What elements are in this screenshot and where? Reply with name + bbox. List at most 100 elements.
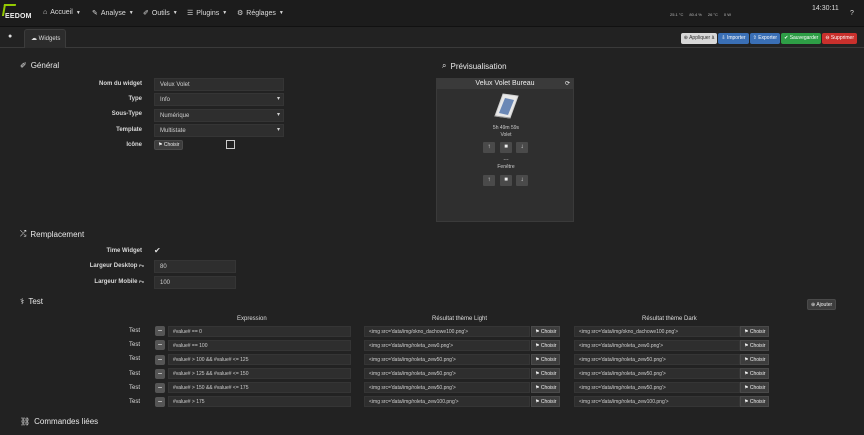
mobile-width-unit: Px [139, 279, 144, 284]
type-select-value: Info [160, 97, 171, 103]
export-label: Exporter [758, 35, 778, 41]
widgets-tab-icon: ☁ [31, 36, 37, 42]
logo-text: EEDOM [5, 13, 32, 20]
test-row-label: Test [129, 356, 141, 362]
add-test-button[interactable]: ⊕ Ajouter [807, 299, 837, 310]
test-light-input[interactable]: <img src='data/img/roleta_zew100.png'> [364, 396, 530, 407]
test-dark-input[interactable]: <img src='data/img/roleta_zew50.png'> [574, 368, 740, 379]
wrench-icon: ✐ [20, 61, 27, 70]
replacement-section-header: ⤮ Remplacement [20, 229, 84, 239]
choose-label: Choisir [540, 385, 557, 391]
volet-stop-button[interactable]: ■ [500, 142, 512, 153]
choose-dark-button[interactable]: ⚑ Choisir [740, 368, 770, 379]
menu-plugins[interactable]: ☰ Plugins ▼ [187, 9, 228, 18]
chevron-down-icon: ▼ [172, 10, 178, 16]
menu-outils-label: Outils [151, 9, 170, 17]
choose-light-button[interactable]: ⚑ Choisir [531, 396, 561, 407]
caret-down-icon: ▾ [276, 96, 280, 102]
choose-light-button[interactable]: ⚑ Choisir [531, 326, 561, 337]
menu-outils[interactable]: ✐ Outils ▼ [143, 9, 178, 18]
remove-test-button[interactable]: − [155, 397, 165, 407]
test-expression-input[interactable]: #value# > 125 && #value# <= 150 [168, 368, 351, 379]
choose-dark-button[interactable]: ⚑ Choisir [740, 354, 770, 365]
choose-light-button[interactable]: ⚑ Choisir [531, 382, 561, 393]
time-widget-checkbox[interactable]: ✔ [154, 246, 161, 255]
clock: 14:30:11 [812, 5, 839, 12]
fenetre-up-button[interactable]: ↑ [483, 175, 495, 186]
remove-test-button[interactable]: − [155, 369, 165, 379]
home-icon: ⌂ [43, 9, 48, 16]
chevron-down-icon: ▼ [75, 9, 81, 16]
desktop-width-input[interactable]: 80 [154, 260, 236, 273]
import-button[interactable]: ⇩ Importer [718, 33, 749, 44]
test-dark-input[interactable]: <img src='data/img/roleta_zew50.png'> [574, 354, 740, 365]
remove-test-button[interactable]: − [155, 383, 165, 393]
volet-down-button[interactable]: ↓ [516, 142, 528, 153]
test-expression-input[interactable]: #value# > 100 && #value# <= 125 [168, 354, 351, 365]
fenetre-down-button[interactable]: ↓ [516, 175, 528, 186]
icon-preview-placeholder [226, 140, 235, 149]
choose-dark-button[interactable]: ⚑ Choisir [740, 340, 770, 351]
preview-volet-label: Volet [500, 132, 512, 138]
test-row-label: Test [129, 342, 141, 348]
jeedom-logo[interactable]: EEDOM [1, 4, 37, 23]
random-icon: ⤮ [20, 229, 27, 238]
remove-test-button[interactable]: − [155, 326, 165, 336]
fenetre-stop-button[interactable]: ■ [500, 175, 512, 186]
choose-label: Choisir [540, 399, 557, 405]
save-button[interactable]: ✔ Sauvegarder [781, 33, 822, 44]
test-light-input[interactable]: <img src='data/img/roleta_zew0.png'> [364, 340, 530, 351]
widget-name-input[interactable]: Velux Volet [154, 78, 284, 91]
menu-reglages[interactable]: ⚙ Réglages ▼ [237, 9, 284, 18]
general-title: Général [30, 61, 60, 70]
back-icon[interactable]: ● [8, 33, 12, 40]
menu-analyse[interactable]: ✎ Analyse ▼ [92, 9, 134, 18]
test-row-label: Test [129, 371, 141, 377]
refresh-icon[interactable]: ⟳ [565, 79, 570, 89]
test-dark-input[interactable]: <img src='data/img/okno_dachowe100.png'> [574, 326, 740, 337]
apply-to-button[interactable]: ⊕ Appliquer à [680, 33, 718, 44]
remove-test-button[interactable]: − [155, 340, 165, 350]
link-icon: ⛓ [20, 417, 31, 426]
test-light-input[interactable]: <img src='data/img/roleta_zew50.png'> [364, 382, 530, 393]
test-expression-input[interactable]: #value# > 175 [168, 396, 351, 407]
widget-preview: Velux Volet Bureau ⟳ 5h 49m 59s Volet ↑ … [436, 78, 574, 222]
subtype-label: Sous-Type [111, 111, 142, 117]
type-select[interactable]: Info ▾ [154, 93, 284, 106]
tab-widgets[interactable]: ☁ Widgets [24, 29, 66, 48]
desktop-width-label: Largeur Desktop Px [40, 263, 144, 269]
test-dark-input[interactable]: <img src='data/img/roleta_zew50.png'> [574, 382, 740, 393]
help-icon[interactable]: ? [850, 10, 854, 17]
menu-accueil[interactable]: ⌂ Accueil ▼ [43, 9, 81, 16]
test-light-input[interactable]: <img src='data/img/roleta_zew50.png'> [364, 368, 530, 379]
subtype-select[interactable]: Numérique ▾ [154, 109, 284, 122]
status-summary[interactable]: 25.1 °C 80.4 % 26 °C 0 W [670, 12, 731, 17]
caret-down-icon: ▾ [276, 112, 280, 118]
choose-dark-button[interactable]: ⚑ Choisir [740, 396, 770, 407]
choose-icon-button[interactable]: ⚑ Choisir [154, 140, 184, 150]
choose-dark-button[interactable]: ⚑ Choisir [740, 382, 770, 393]
delete-button[interactable]: ⊖ Supprimer [822, 33, 857, 44]
chevron-down-icon: ▼ [222, 10, 228, 16]
tab-widgets-label: Widgets [38, 36, 61, 42]
template-select[interactable]: Multistate ▾ [154, 124, 284, 137]
test-dark-input[interactable]: <img src='data/img/roleta_zew100.png'> [574, 396, 740, 407]
choose-dark-button[interactable]: ⚑ Choisir [740, 326, 770, 337]
export-button[interactable]: ⇧ Exporter [749, 33, 781, 44]
test-light-input[interactable]: <img src='data/img/roleta_zew50.png'> [364, 354, 530, 365]
test-expression-input[interactable]: #value# == 0 [168, 326, 351, 337]
volet-up-button[interactable]: ↑ [483, 142, 495, 153]
choose-light-button[interactable]: ⚑ Choisir [531, 340, 561, 351]
remove-test-button[interactable]: − [155, 355, 165, 365]
test-light-input[interactable]: <img src='data/img/okno_dachowe100.png'> [364, 326, 530, 337]
choose-light-button[interactable]: ⚑ Choisir [531, 368, 561, 379]
test-expression-input[interactable]: #value# > 150 && #value# <= 175 [168, 382, 351, 393]
test-section-header: ⚕ Test [20, 297, 43, 306]
mobile-width-input[interactable]: 100 [154, 276, 236, 289]
test-dark-input[interactable]: <img src='data/img/roleta_zew0.png'> [574, 340, 740, 351]
caret-down-icon: ▾ [276, 127, 280, 133]
test-expression-input[interactable]: #value# == 100 [168, 340, 351, 351]
desktop-width-label-text: Largeur Desktop [89, 263, 138, 269]
chevron-down-icon: ▼ [128, 10, 134, 16]
choose-light-button[interactable]: ⚑ Choisir [531, 354, 561, 365]
